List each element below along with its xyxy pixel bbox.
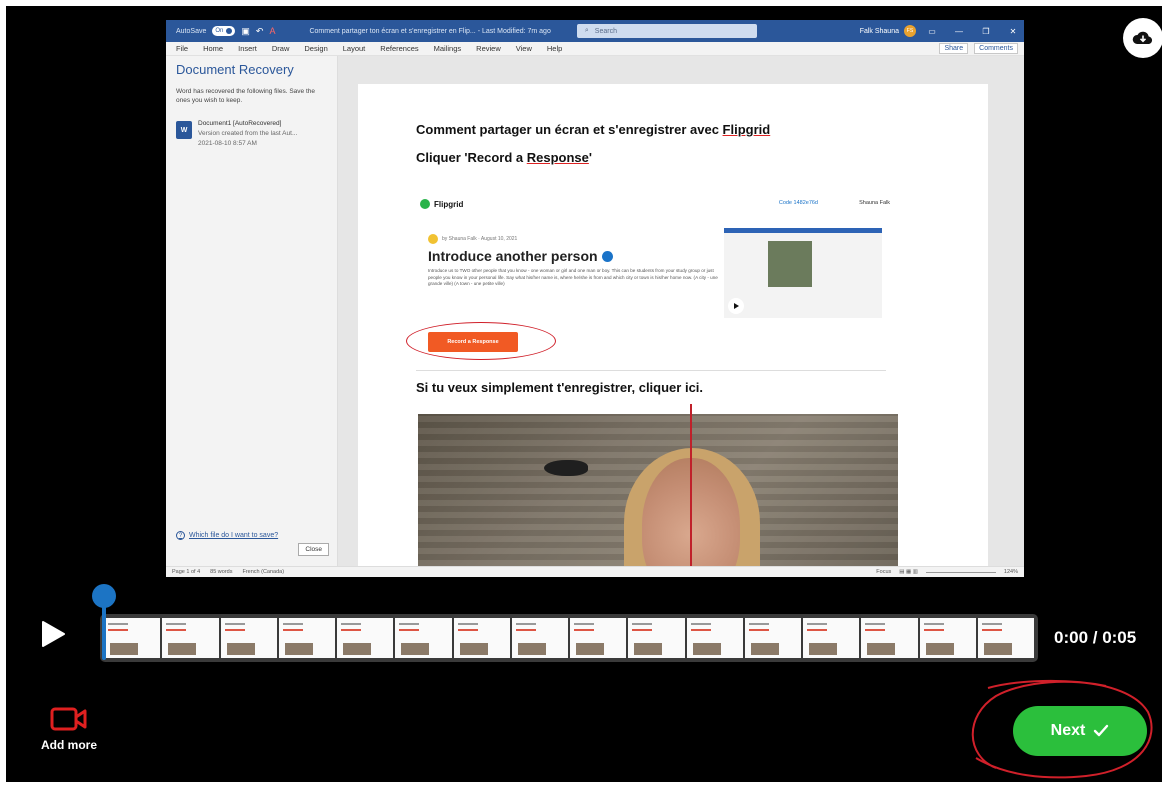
doc-heading-2: Cliquer 'Record a Response' [416,150,592,165]
flipgrid-video-thumbnail [724,228,882,318]
menu-home: Home [203,44,224,53]
save-icon: ▣ [241,25,250,36]
avatar: FS [904,25,916,37]
zoom-level: 124% [1003,569,1018,575]
flipgrid-topic-heading: Introduce another person [428,248,613,264]
word-user: Falk Shauna FS ▭ — ❐ ✕ [860,25,1024,37]
share-button: Share [939,43,969,54]
video-camera-icon [50,707,87,731]
word-count: 85 words [210,569,233,575]
search-placeholder: Search [594,27,617,35]
annotation-circle [971,679,1153,779]
language: French (Canada) [242,569,285,575]
page-count: Page 1 of 4 [172,569,201,575]
topic-badge-icon [601,250,613,262]
webcam-preview-image [418,414,898,577]
download-button[interactable] [1123,18,1162,58]
filmstrip-frame [395,618,452,658]
flipgrid-screenshot: Flipgrid Code 1482e76d Shauna Falk by Sh… [406,192,898,457]
filmstrip-frame [628,618,685,658]
menu-help: Help [546,44,563,53]
document-area: Comment partager un écran et s'enregistr… [338,56,1024,577]
filmstrip-frame [919,618,976,658]
help-icon: ? [176,531,185,540]
user-name: Falk Shauna [859,27,899,35]
annotation-circle [406,322,556,360]
document-page: Comment partager un écran et s'enregistr… [358,84,988,577]
help-link-text: Which file do I want to save? [189,532,279,539]
comments-button: Comments [974,43,1018,54]
menu-design: Design [304,44,328,53]
flipgrid-logo: Flipgrid [420,199,463,209]
view-icons: ▤ ▦ ▥ [899,569,918,575]
focus-mode: Focus [876,569,892,575]
autosave-toggle: On [212,26,236,36]
doc-heading-3: Si tu veux simplement t'enregistrer, cli… [416,380,704,395]
video-editor-stage: AutoSave On ▣ ↶ A Comment partager ton é… [6,6,1162,782]
autosave-label: AutoSave [176,27,207,35]
filmstrip-frame [337,618,394,658]
menu-draw: Draw [271,44,290,53]
filmstrip-frame [977,618,1034,658]
close-icon: ✕ [1009,26,1017,36]
flipgrid-byline: by Shauna Falk · August 10, 2021 [428,234,517,244]
filmstrip-frame [861,618,918,658]
word-menu-bar: File Home Insert Draw Design Layout Refe… [166,42,1024,56]
timeline-scrubber[interactable] [92,584,116,664]
playback-time: 0:00 / 0:05 [1054,628,1137,647]
font-color-icon: A [269,26,276,36]
search-icon: ⌕ [584,27,589,34]
filmstrip-frame [220,618,277,658]
menu-references: References [380,44,419,53]
word-file-icon: W [176,121,192,139]
restore-icon: ❐ [982,26,990,36]
recovered-file-name: Document1 [AutoRecovered] [198,120,282,127]
doc-heading-1: Comment partager un écran et s'enregistr… [416,122,771,137]
recovery-close-button: Close [298,543,329,556]
document-title: Comment partager ton écran et s'enregist… [309,27,551,35]
recovered-file-item: W Document1 [AutoRecovered] Version crea… [176,119,327,149]
word-window-preview: AutoSave On ▣ ↶ A Comment partager ton é… [166,20,1024,577]
filmstrip-frame [744,618,801,658]
filmstrip-frame [278,618,335,658]
menu-layout: Layout [342,44,366,53]
flipgrid-user: Shauna Falk [859,200,890,206]
recovered-file-detail: Version created from the last Aut... [198,130,298,137]
document-recovery-pane: Document Recovery Word has recovered the… [166,56,338,566]
recovered-file-date: 2021-08-10 8:57 AM [198,140,257,147]
add-more-button[interactable]: Add more [34,706,104,752]
play-icon[interactable] [40,620,66,648]
emoji-avatar-icon [428,234,438,244]
zoom-slider [925,571,996,573]
add-more-label: Add more [40,738,97,752]
recovery-description: Word has recovered the following files. … [176,88,315,104]
filmstrip-frame [803,618,860,658]
flipgrid-topic-description: Introduce us to TWO other people that yo… [428,268,718,287]
menu-mailings: Mailings [433,44,462,53]
flipgrid-code: Code 1482e76d [778,200,818,206]
which-file-help-link: ? Which file do I want to save? [176,531,278,540]
recovery-title: Document Recovery [176,62,294,77]
word-search-box: ⌕ Search [576,24,757,38]
filmstrip-frame [570,618,627,658]
thumbnail-play-icon [728,298,744,314]
word-title-bar: AutoSave On ▣ ↶ A Comment partager ton é… [166,20,1024,42]
menu-file: File [176,44,189,53]
menu-view: View [515,44,532,53]
menu-review: Review [476,44,501,53]
filmstrip-frame [453,618,510,658]
word-status-bar: Page 1 of 4 85 words French (Canada) Foc… [166,566,1024,577]
cloud-download-icon [1132,31,1153,44]
timeline-filmstrip[interactable] [100,614,1038,662]
filmstrip-frame [162,618,219,658]
ribbon-display-icon: ▭ [928,26,936,36]
filmstrip-frame [511,618,568,658]
filmstrip-frame [686,618,743,658]
undo-icon: ↶ [255,25,264,36]
minimize-icon: — [955,26,963,36]
menu-insert: Insert [238,44,257,53]
